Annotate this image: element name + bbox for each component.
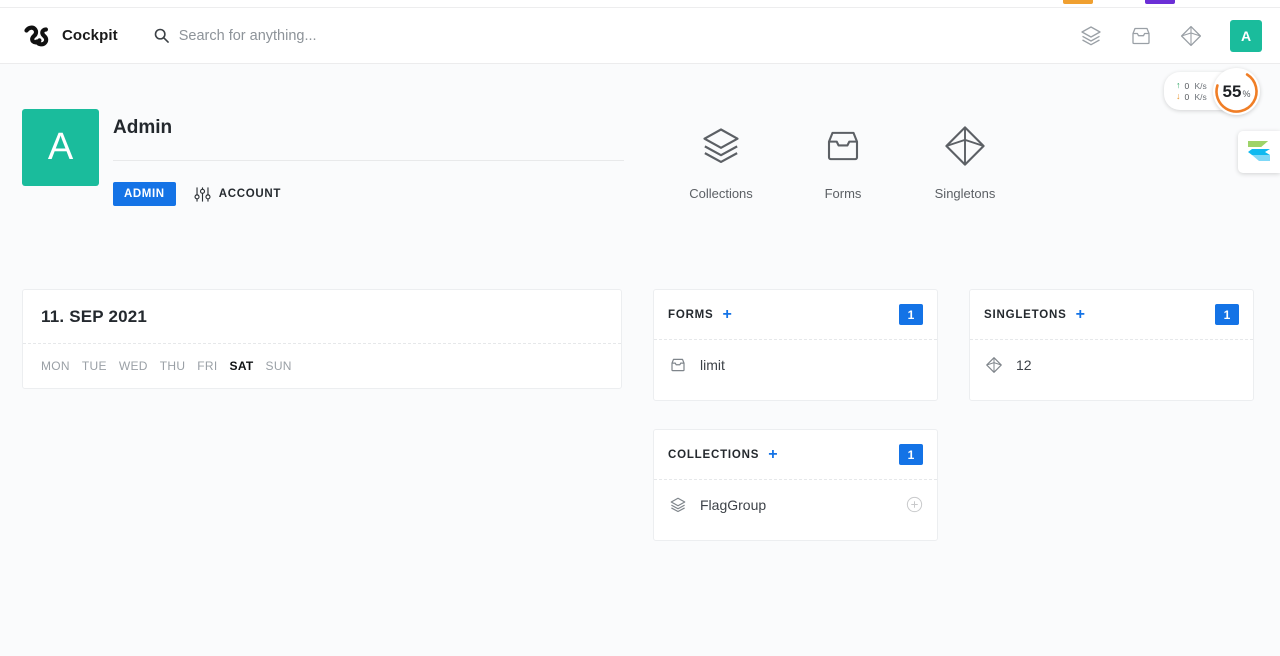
- profile-tags: ADMIN ACCOUNT: [113, 182, 624, 206]
- list-item[interactable]: 12: [970, 340, 1253, 389]
- tile-icon: [699, 124, 743, 168]
- nav-tile-singletons[interactable]: Singletons: [904, 124, 1026, 201]
- forms-card-header: FORMS + 1: [654, 290, 937, 340]
- upload-value: 0: [1184, 80, 1190, 91]
- collections-card-header: COLLECTIONS + 1: [654, 430, 937, 480]
- weekday-wed[interactable]: WED: [119, 359, 148, 373]
- search-box[interactable]: [154, 19, 1076, 53]
- tile-icon: [942, 124, 988, 168]
- date-title: 11. SEP 2021: [41, 306, 148, 326]
- nav-tile-forms[interactable]: Forms: [782, 124, 904, 201]
- header-forms-icon[interactable]: [1126, 21, 1156, 51]
- weekday-fri[interactable]: FRI: [197, 359, 217, 373]
- upload-unit: K/s: [1194, 80, 1207, 91]
- collections-layers-icon: [668, 496, 688, 514]
- list-item-label: 12: [1016, 356, 1032, 373]
- app-header: Cockpit A: [0, 8, 1280, 64]
- weekday-list: MON TUE WED THU FRI SAT SUN: [23, 344, 621, 388]
- header-collections-icon[interactable]: [1076, 21, 1106, 51]
- forms-inbox-icon: [1132, 27, 1150, 44]
- gauge-value: 55: [1222, 81, 1242, 101]
- nav-tiles: Collections Forms Singletons: [660, 124, 1026, 201]
- tile-icon: [822, 124, 864, 168]
- singletons-diamond-icon: [1180, 25, 1202, 46]
- cpu-usage-gauge[interactable]: 55%: [1213, 68, 1260, 115]
- avatar: A: [22, 109, 99, 186]
- profile-divider: [113, 160, 624, 161]
- arrow-down-icon: ↓: [1176, 91, 1181, 101]
- singletons-card: SINGLETONS + 1 12: [969, 289, 1254, 401]
- list-item[interactable]: FlagGroup: [654, 480, 937, 529]
- forms-inbox-icon: [668, 356, 688, 374]
- status-badge[interactable]: ADMIN: [113, 182, 176, 206]
- nav-tile-collections[interactable]: Collections: [660, 124, 782, 201]
- date-card: 11. SEP 2021 MON TUE WED THU FRI SAT SUN: [22, 289, 622, 389]
- weekday-mon[interactable]: MON: [41, 359, 70, 373]
- collections-card-body: FlagGroup: [654, 480, 937, 540]
- snipaste-logo-icon: [1248, 141, 1270, 161]
- weekday-tue[interactable]: TUE: [82, 359, 107, 373]
- arrow-up-icon: ↑: [1176, 80, 1181, 90]
- header-singletons-icon[interactable]: [1176, 21, 1206, 51]
- snipaste-badge[interactable]: [1238, 131, 1280, 173]
- singletons-card-header: SINGLETONS + 1: [970, 290, 1253, 340]
- header-avatar[interactable]: A: [1230, 19, 1262, 52]
- weekday-sun[interactable]: SUN: [266, 359, 292, 373]
- list-item-label: limit: [700, 356, 725, 373]
- gauge-unit: %: [1242, 88, 1251, 99]
- singletons-diamond-icon: [984, 356, 1004, 374]
- plus-circle-icon[interactable]: [906, 496, 923, 513]
- download-speed: ↓ 0 K/s: [1176, 92, 1207, 102]
- forms-card-title: FORMS: [668, 308, 714, 321]
- brand-name: Cockpit: [62, 27, 118, 44]
- forms-card: FORMS + 1 limit: [653, 289, 938, 401]
- singletons-count-badge: 1: [1215, 304, 1239, 325]
- network-monitor-widget[interactable]: ↑ 0 K/s ↓ 0 K/s 55%: [1164, 68, 1260, 115]
- download-unit: K/s: [1194, 91, 1207, 102]
- browser-tab-strip: [0, 0, 1280, 8]
- download-value: 0: [1184, 91, 1190, 102]
- orange-tab-indicator: [1063, 0, 1093, 4]
- add-singleton-button[interactable]: +: [1076, 306, 1085, 323]
- page-title: Admin: [113, 117, 173, 138]
- upload-speed: ↑ 0 K/s: [1176, 81, 1207, 91]
- gauge-text: 55%: [1223, 82, 1251, 102]
- collections-count-badge: 1: [899, 444, 923, 465]
- nav-tile-label: Collections: [689, 186, 753, 201]
- profile-info: Admin ADMIN ACCOUNT: [113, 109, 624, 206]
- search-input[interactable]: [178, 27, 599, 44]
- singletons-card-title: SINGLETONS: [984, 308, 1067, 321]
- nav-tile-label: Forms: [824, 186, 862, 201]
- profile-block: A Admin ADMIN ACCOUNT: [22, 109, 624, 206]
- account-link[interactable]: ACCOUNT: [194, 186, 281, 203]
- collections-card-title: COLLECTIONS: [668, 448, 760, 461]
- singletons-card-body: 12: [970, 340, 1253, 400]
- add-form-button[interactable]: +: [723, 306, 732, 323]
- nav-tile-label: Singletons: [934, 186, 996, 201]
- singletons-diamond-icon: [945, 126, 985, 166]
- main-content: A Admin ADMIN ACCOUNT Collections Forms …: [0, 64, 1280, 656]
- sliders-icon: [194, 186, 211, 202]
- forms-card-body: limit: [654, 340, 937, 400]
- list-item-label: FlagGroup: [700, 496, 767, 513]
- weekday-sat[interactable]: SAT: [230, 359, 254, 373]
- add-collection-button[interactable]: +: [768, 446, 777, 463]
- purple-tab-indicator: [1145, 0, 1175, 4]
- forms-inbox-icon: [827, 131, 859, 161]
- date-card-header: 11. SEP 2021: [23, 290, 621, 344]
- account-label: ACCOUNT: [218, 188, 282, 200]
- forms-count-badge: 1: [899, 304, 923, 325]
- brand[interactable]: Cockpit: [22, 23, 118, 49]
- collections-card: COLLECTIONS + 1 FlagGroup: [653, 429, 938, 541]
- cockpit-logo-icon: [24, 25, 49, 46]
- collections-layers-icon: [1081, 25, 1101, 45]
- list-item[interactable]: limit: [654, 340, 937, 389]
- header-actions: A: [1076, 19, 1262, 52]
- collections-layers-icon: [703, 128, 739, 164]
- search-icon: [154, 28, 169, 43]
- weekday-thu[interactable]: THU: [160, 359, 186, 373]
